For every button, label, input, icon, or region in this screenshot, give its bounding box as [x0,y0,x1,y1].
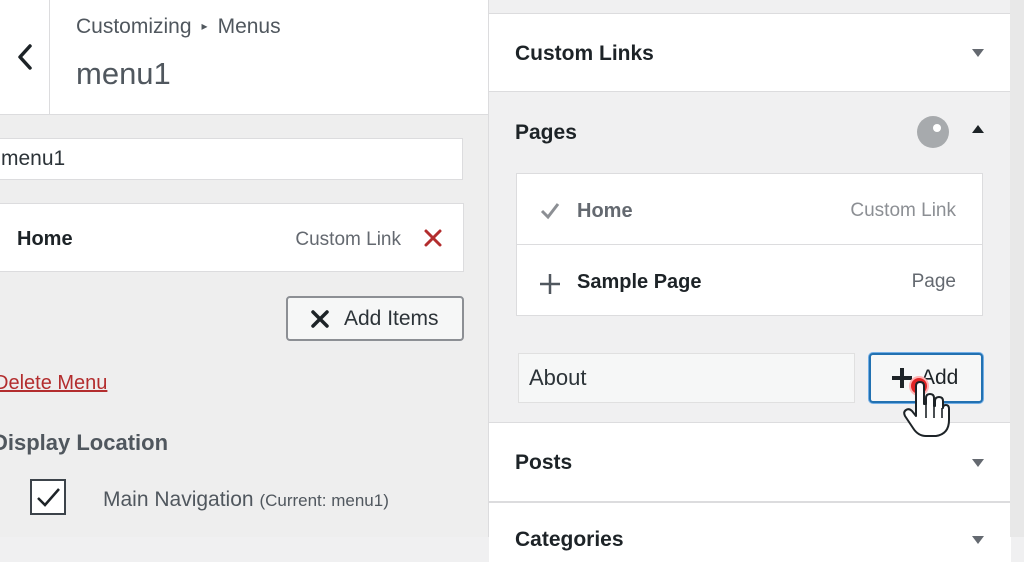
page-title: menu1 [76,56,171,91]
plus-icon [540,274,560,294]
back-button[interactable] [0,0,50,114]
list-item[interactable]: Sample Page Page [517,245,982,316]
menu-item-type: Custom Link [295,229,401,250]
menu-item-title: Home [17,228,73,250]
spinner-icon [917,116,949,148]
triangle-up-icon[interactable] [971,124,985,134]
customizer-header: Customizing ▸ Menus menu1 [0,0,488,115]
breadcrumb-section: Menus [217,15,281,38]
triangle-down-icon [972,49,984,57]
section-categories[interactable]: Categories [489,502,1011,562]
display-location-heading: Display Location [0,430,169,455]
section-label: Pages [515,121,577,144]
add-items-label: Add Items [344,306,439,330]
location-note: (Current: menu1) [259,491,389,510]
menu-name-input[interactable] [0,138,463,180]
delete-menu-link[interactable]: Delete Menu [0,372,107,395]
add-items-button[interactable]: Add Items [286,296,464,341]
page-type-label: Custom Link [850,200,956,221]
main-navigation-checkbox[interactable] [30,479,66,515]
add-menu-items-panel: Custom Links Pages Home Custom Link Samp… [488,0,1011,562]
section-label: Posts [515,451,573,474]
new-page-title-input[interactable] [518,353,855,403]
page-title-label: Home [577,200,633,222]
section-custom-links[interactable]: Custom Links [489,13,1011,92]
checkmark-icon [540,203,560,220]
page-title-label: Sample Page [577,271,702,293]
breadcrumb-separator: ▸ [201,19,208,33]
breadcrumb-root: Customizing [76,15,192,38]
pages-list: Home Custom Link Sample Page Page [516,173,983,316]
list-item[interactable]: Home Custom Link [517,174,982,245]
breadcrumb: Customizing ▸ Menus [76,15,281,39]
location-name: Main Navigation [103,488,254,511]
section-label: Categories [515,528,624,551]
location-label: Main Navigation (Current: menu1) [103,488,389,512]
page-type-label: Page [911,271,956,292]
menu-item[interactable]: Home Custom Link [0,203,464,272]
chevron-left-icon [17,44,32,70]
close-icon[interactable] [423,226,443,250]
triangle-down-icon [972,459,984,467]
close-icon [311,309,329,328]
menu-editor-panel: Customizing ▸ Menus menu1 Home Custom Link… [0,0,488,537]
panel-scrollbar[interactable] [1010,0,1024,537]
section-label: Custom Links [515,42,654,65]
checkmark-icon [37,488,60,507]
hand-pointer-icon [903,381,950,437]
